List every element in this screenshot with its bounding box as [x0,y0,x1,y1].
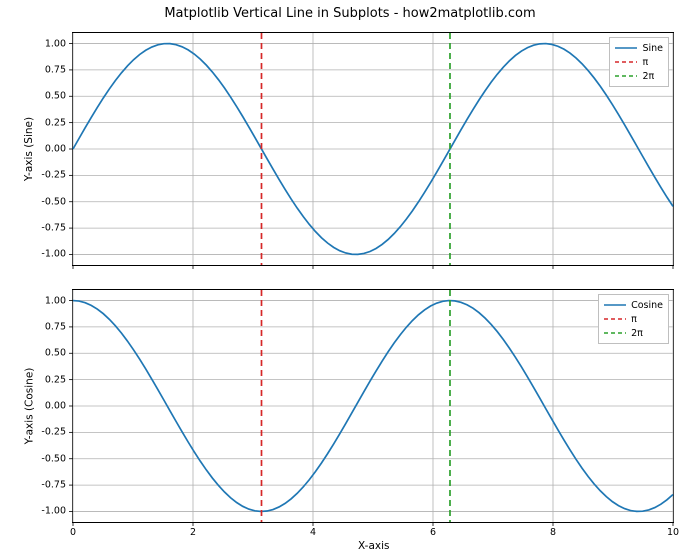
legend-swatch-line-icon [604,300,626,310]
figure-suptitle: Matplotlib Vertical Line in Subplots - h… [0,6,700,21]
ytick-label: 0.75 [45,64,66,75]
figure: Matplotlib Vertical Line in Subplots - h… [0,0,700,560]
ytick-label: 0.50 [45,91,66,102]
legend-label: Cosine [631,300,663,311]
legend-swatch-line-icon [604,314,626,324]
ytick-label: -0.75 [41,223,66,234]
ytick-label: 1.00 [45,38,66,49]
legend-swatch-line-icon [615,43,637,53]
ytick-label: 0.00 [45,144,66,155]
legend-swatch-line-icon [615,71,637,81]
xtick-label: 10 [667,527,679,538]
legend-sine: Sine π 2π [609,37,669,87]
ytick-label: 1.00 [45,295,66,306]
xtick-label: 8 [550,527,556,538]
xtick-label: 6 [430,527,436,538]
ytick-label: 0.25 [45,374,66,385]
xlabel: X-axis [358,540,390,552]
ytick-label: -0.25 [41,170,66,181]
legend-entry-pi: π [604,312,663,326]
legend-entry-sine: Sine [615,41,663,55]
legend-entry-2pi: 2π [604,326,663,340]
ytick-label: -1.00 [41,249,66,260]
ytick-label: 0.50 [45,348,66,359]
cosine-plot-area [73,290,673,522]
xtick-label: 2 [190,527,196,538]
legend-label: π [631,314,637,325]
ytick-label: 0.25 [45,117,66,128]
xtick-label: 4 [310,527,316,538]
legend-swatch-line-icon [615,57,637,67]
legend-swatch-line-icon [604,328,626,338]
ytick-label: -1.00 [41,506,66,517]
legend-entry-pi: π [615,55,663,69]
ytick-label: 0.00 [45,401,66,412]
ytick-label: -0.50 [41,196,66,207]
legend-entry-cosine: Cosine [604,298,663,312]
ylabel-sine: Y-axis (Sine) [23,117,35,181]
subplot-sine: Sine π 2π -1.00-0.75-0.50-0.250.000.250.… [72,32,674,266]
legend-label: 2π [642,71,654,82]
ytick-label: -0.50 [41,453,66,464]
subplot-cosine: Cosine π 2π 0246810-1.00-0.75-0.50-0.250… [72,289,674,523]
legend-entry-2pi: 2π [615,69,663,83]
ytick-label: -0.75 [41,480,66,491]
legend-label: π [642,57,648,68]
legend-label: 2π [631,328,643,339]
ylabel-cosine: Y-axis (Cosine) [23,368,35,445]
legend-cosine: Cosine π 2π [598,294,669,344]
sine-plot-area [73,33,673,265]
ytick-label: 0.75 [45,321,66,332]
ytick-label: -0.25 [41,427,66,438]
legend-label: Sine [642,43,663,54]
xtick-label: 0 [70,527,76,538]
